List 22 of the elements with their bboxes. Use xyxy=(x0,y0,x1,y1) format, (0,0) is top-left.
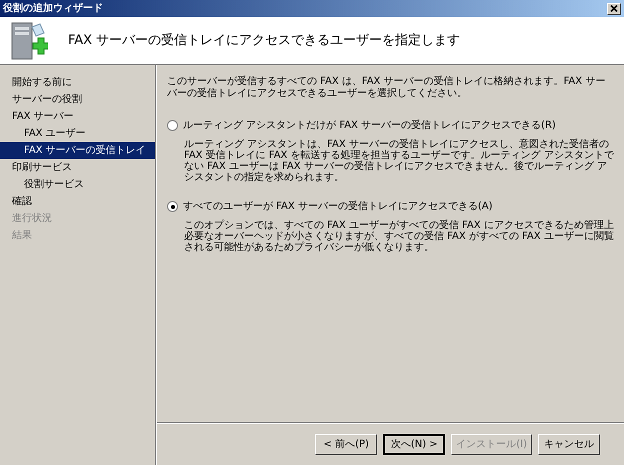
radio-button[interactable] xyxy=(167,201,178,212)
nav-item[interactable]: FAX ユーザー xyxy=(0,125,155,142)
nav-item[interactable]: 確認 xyxy=(0,193,155,210)
window-title: 役割の追加ウィザード xyxy=(3,4,103,14)
page-heading: FAX サーバーの受信トレイにアクセスできるユーザーを指定します xyxy=(68,32,460,50)
option-label[interactable]: ルーティング アシスタントだけが FAX サーバーの受信トレイにアクセスできる(R) xyxy=(183,118,556,133)
wizard-button[interactable]: 次へ(N) > xyxy=(383,434,446,455)
wizard-button[interactable]: < 前へ(P) xyxy=(315,434,378,455)
nav-item[interactable]: 開始する前に xyxy=(0,74,155,91)
option-description: ルーティング アシスタントは、FAX サーバーの受信トレイにアクセスし、意図された受信者の FAX 受信トレイに FAX を転送する処理を担当するユーザーです。ルーティング アシスタントでない FAX ユーザーは FAX サーバーの受信トレイにアクセスできません。後でルーティング アシスタントの指定を求められます。 xyxy=(184,139,614,183)
intro-text: このサーバーが受信するすべての FAX は、FAX サーバーの受信トレイに格納されます。FAX サーバーの受信トレイにアクセスできるユーザーを選択してください。 xyxy=(167,76,606,100)
nav-item[interactable]: FAX サーバーの受信トレイ xyxy=(0,142,155,159)
radio-button[interactable] xyxy=(167,120,178,131)
wizard-button[interactable]: キャンセル xyxy=(538,434,600,455)
option-description: このオプションでは、すべての FAX ユーザーがすべての受信 FAX にアクセスできるため管理上必要なオーバーヘッドが小さくなりますが、すべての受信 FAX がすべての FAX ユーザーに閲覧される可能性があるためプライバシーが低くなります。 xyxy=(184,220,614,253)
nav-item[interactable]: 印刷サービス xyxy=(0,159,155,176)
nav-item[interactable]: 役割サービス xyxy=(0,176,155,193)
close-icon xyxy=(610,5,618,12)
option-label[interactable]: すべてのユーザーが FAX サーバーの受信トレイにアクセスできる(A) xyxy=(183,199,493,214)
nav-item[interactable]: サーバーの役割 xyxy=(0,91,155,108)
nav-item[interactable]: FAX サーバー xyxy=(0,108,155,125)
close-button[interactable] xyxy=(607,2,621,14)
